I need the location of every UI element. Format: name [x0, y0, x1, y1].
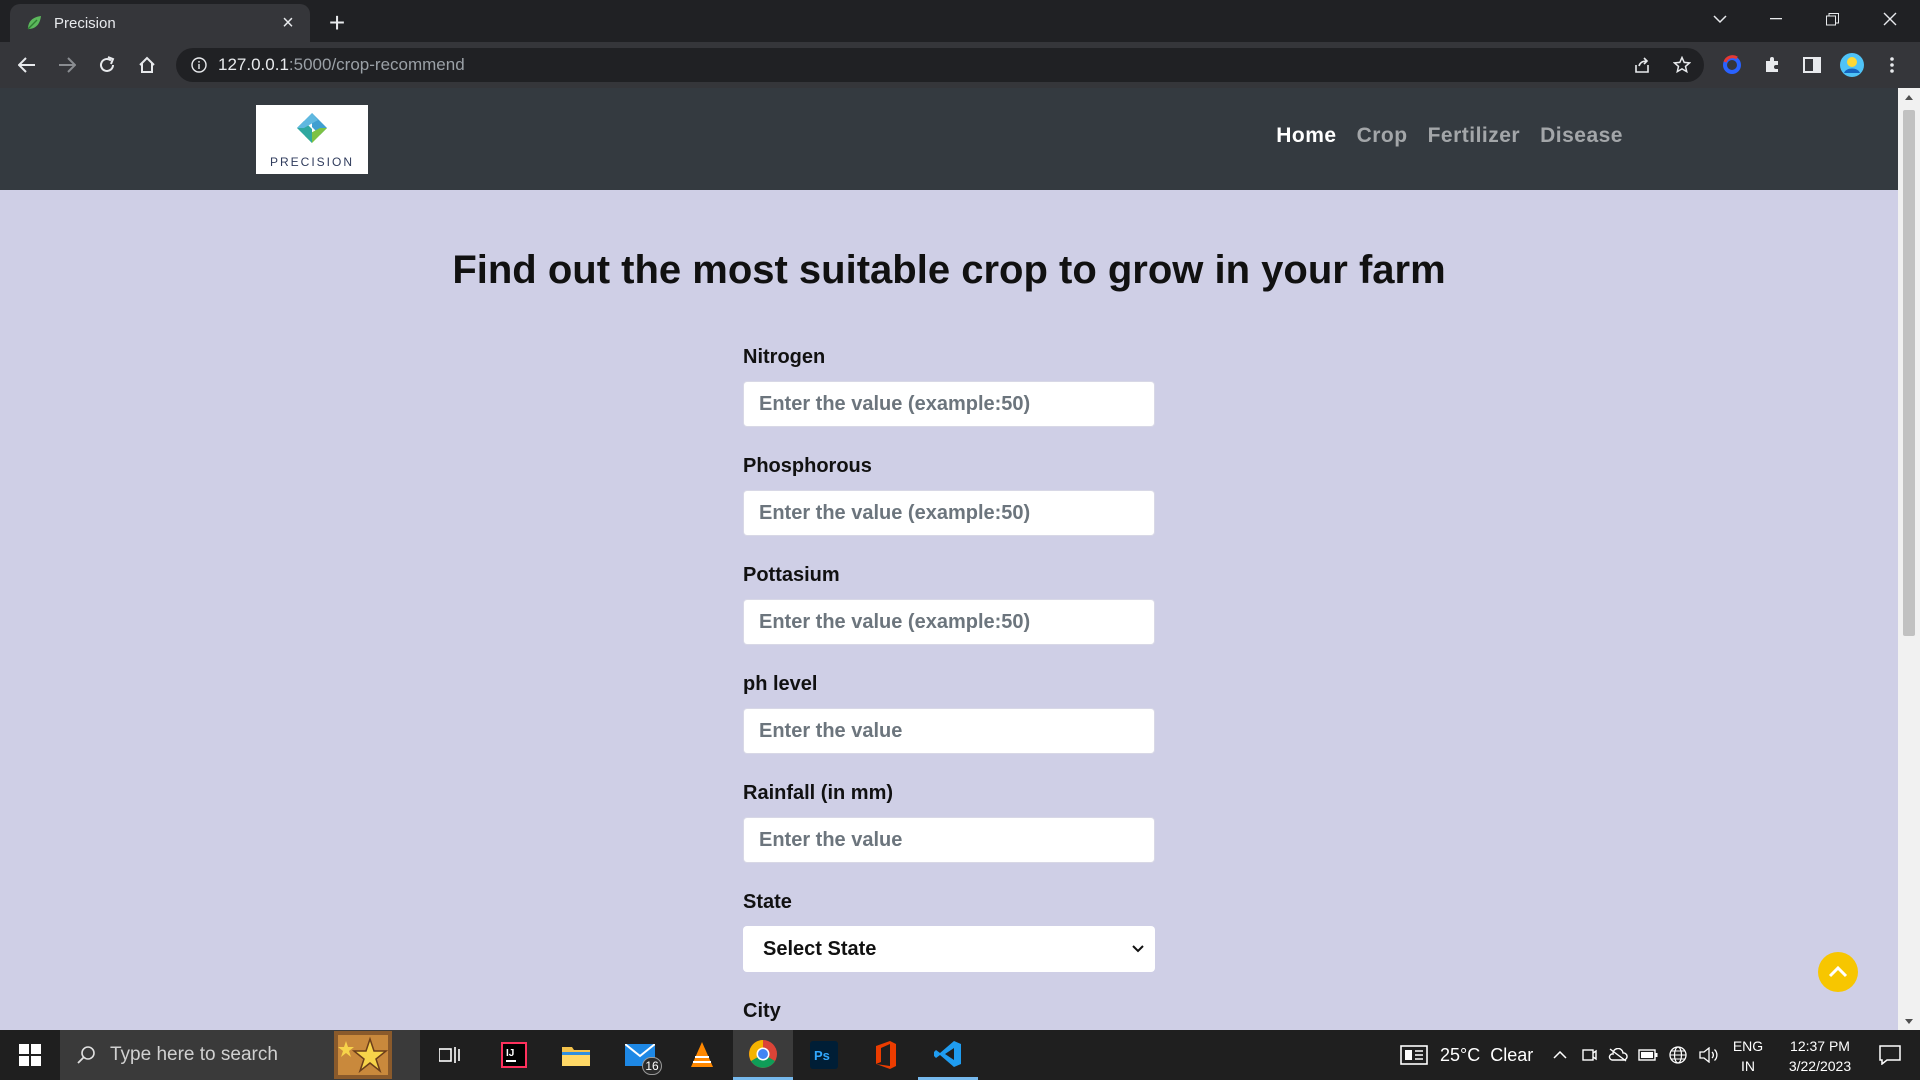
restore-button[interactable]	[1804, 0, 1860, 38]
nav-disease-link[interactable]: Disease	[1530, 124, 1633, 148]
windows-taskbar: Type here to search IJ 16 Ps 25°C Clear	[0, 1030, 1920, 1080]
page-title: Find out the most suitable crop to grow …	[452, 248, 1446, 292]
pottasium-field: Pottasium	[743, 561, 1155, 670]
office-app-icon[interactable]	[856, 1030, 916, 1080]
weather-text: 25°C Clear	[1440, 1044, 1534, 1065]
weather-widget[interactable]: 25°C Clear	[1400, 1030, 1533, 1080]
precision-logo-mark-icon	[297, 112, 327, 143]
extensions-puzzle-icon[interactable]	[1756, 49, 1788, 81]
reload-icon[interactable]	[91, 49, 123, 81]
rainfall-field: Rainfall (in mm)	[743, 779, 1155, 888]
side-panel-icon[interactable]	[1796, 49, 1828, 81]
chevron-up-icon	[1828, 966, 1848, 978]
chevron-up-icon[interactable]	[1548, 1030, 1572, 1080]
rainfall-label: Rainfall (in mm)	[743, 782, 894, 804]
search-highlight-icon[interactable]	[330, 1030, 396, 1080]
site-nav-links: Home Crop Fertilizer Disease	[1266, 124, 1633, 148]
state-label: State	[743, 891, 792, 913]
nav-crop-link[interactable]: Crop	[1347, 124, 1418, 148]
ph-level-field: ph level	[743, 670, 1155, 779]
search-icon	[77, 1046, 95, 1064]
forward-arrow-icon[interactable]	[51, 49, 83, 81]
leaf-favicon-icon	[24, 13, 44, 33]
state-field: State Select State	[743, 888, 1155, 997]
clock-time: 12:37 PM	[1790, 1038, 1850, 1054]
taskbar-clock[interactable]: 12:37 PM 3/22/2023	[1772, 1036, 1868, 1076]
logo-text: PRECISION	[269, 154, 354, 169]
photoshop-app-icon[interactable]: Ps	[794, 1030, 854, 1080]
scroll-up-arrow-icon[interactable]	[1898, 88, 1920, 106]
windows-start-icon[interactable]	[0, 1030, 60, 1080]
close-window-button[interactable]	[1862, 0, 1918, 38]
nav-home-link[interactable]: Home	[1266, 124, 1346, 148]
city-label: City	[743, 1000, 781, 1022]
phosphorous-field: Phosphorous	[743, 452, 1155, 561]
url-text: 127.0.0.1:5000/crop-recommend	[218, 55, 465, 74]
tab-search-icon[interactable]	[1692, 0, 1748, 38]
meet-now-icon[interactable]	[1578, 1030, 1600, 1080]
browser-tab[interactable]: Precision ×	[10, 4, 310, 42]
close-tab-icon[interactable]: ×	[278, 13, 298, 33]
mail-app-icon[interactable]: 16	[610, 1030, 670, 1080]
page-scrollbar[interactable]	[1898, 88, 1920, 1030]
state-selected-value: Select State	[763, 937, 877, 960]
battery-icon[interactable]	[1636, 1030, 1660, 1080]
rainfall-input[interactable]	[743, 817, 1155, 863]
minimize-button[interactable]	[1748, 0, 1804, 38]
nitrogen-field: Nitrogen	[743, 343, 1155, 452]
ph-level-input[interactable]	[743, 708, 1155, 754]
tab-title: Precision	[54, 14, 116, 32]
onedrive-icon[interactable]	[1606, 1030, 1630, 1080]
pottasium-label: Pottasium	[743, 564, 840, 586]
notification-center-icon[interactable]	[1862, 1030, 1918, 1080]
profile-avatar-icon[interactable]	[1836, 49, 1868, 81]
precision-logo[interactable]: PRECISION	[256, 105, 368, 174]
scroll-down-arrow-icon[interactable]	[1898, 1012, 1920, 1030]
scroll-to-top-button[interactable]	[1818, 952, 1858, 992]
svg-text:IJ: IJ	[506, 1048, 514, 1059]
bookmark-star-icon[interactable]	[1666, 49, 1698, 81]
back-arrow-icon[interactable]	[11, 49, 43, 81]
browser-tab-strip: Precision × +	[0, 0, 1920, 42]
task-view-icon[interactable]	[420, 1030, 480, 1080]
file-explorer-icon[interactable]	[546, 1030, 606, 1080]
network-globe-icon[interactable]	[1666, 1030, 1690, 1080]
new-tab-button[interactable]: +	[322, 8, 352, 38]
home-icon[interactable]	[131, 49, 163, 81]
address-bar[interactable]: 127.0.0.1:5000/crop-recommend	[176, 48, 1704, 82]
state-select[interactable]: Select State	[743, 926, 1155, 972]
vlc-app-icon[interactable]	[672, 1030, 732, 1080]
browser-toolbar: 127.0.0.1:5000/crop-recommend	[0, 42, 1920, 88]
site-info-icon[interactable]	[182, 48, 216, 82]
taskbar-search-placeholder: Type here to search	[110, 1044, 278, 1065]
site-navbar: PRECISION Home Crop Fertilizer Disease	[0, 88, 1898, 190]
nitrogen-input[interactable]	[743, 381, 1155, 427]
intellij-app-icon[interactable]: IJ	[484, 1030, 544, 1080]
scrollbar-thumb[interactable]	[1903, 110, 1915, 636]
city-field: City	[743, 997, 1155, 1030]
volume-icon[interactable]	[1696, 1030, 1722, 1080]
chrome-menu-icon[interactable]	[1876, 49, 1908, 81]
vscode-app-icon[interactable]	[918, 1030, 978, 1080]
extension-ring-icon[interactable]	[1716, 49, 1748, 81]
ph-level-label: ph level	[743, 673, 818, 695]
weather-news-icon	[1400, 1045, 1428, 1065]
nitrogen-label: Nitrogen	[743, 346, 826, 368]
share-icon[interactable]	[1626, 49, 1658, 81]
svg-text:Ps: Ps	[814, 1048, 830, 1063]
chrome-app-icon[interactable]	[733, 1030, 793, 1080]
phosphorous-label: Phosphorous	[743, 455, 872, 477]
input-language-indicator[interactable]: ENG IN	[1730, 1036, 1766, 1076]
chevron-down-icon	[1131, 942, 1145, 956]
phosphorous-input[interactable]	[743, 490, 1155, 536]
pottasium-input[interactable]	[743, 599, 1155, 645]
crop-recommend-form: Nitrogen Phosphorous Pottasium ph level …	[743, 343, 1155, 1030]
nav-fertilizer-link[interactable]: Fertilizer	[1418, 124, 1531, 148]
mail-badge: 16	[642, 1057, 662, 1075]
clock-date: 3/22/2023	[1788, 1058, 1852, 1074]
page-viewport: PRECISION Home Crop Fertilizer Disease F…	[0, 88, 1898, 1030]
